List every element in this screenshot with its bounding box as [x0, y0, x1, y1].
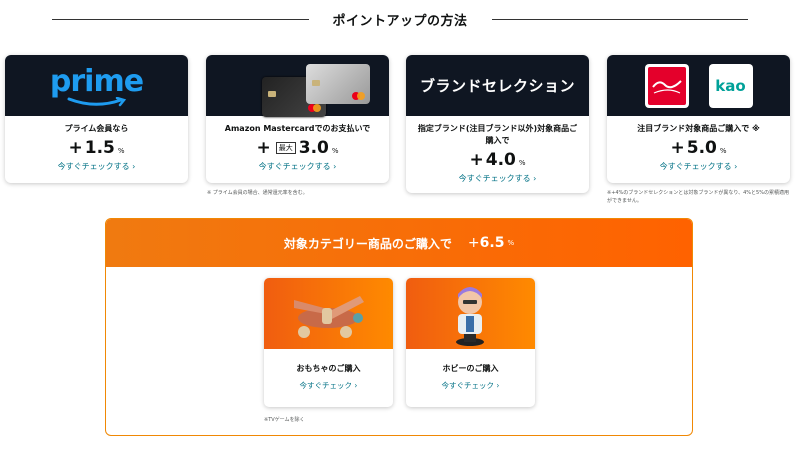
rate-plus: + [469, 150, 484, 170]
coca-cola-logo [644, 63, 689, 108]
footnote-card4: ※+4%のブランドセレクションとは対象ブランドが異なり、4%と5%の累積適用がで… [607, 190, 789, 204]
prime-banner: prime [5, 55, 188, 116]
card-rate: + 4.0 % [406, 150, 589, 170]
category-toys[interactable]: おもちゃのご購入 今すぐチェック › [264, 278, 393, 407]
card-label: 指定ブランド(注目ブランド以外)対象商品ご購入で [417, 124, 578, 145]
card-label: 注目ブランド対象商品ご購入で ※ [637, 124, 760, 133]
card-rate: + 5.0 % [607, 138, 790, 158]
category-hobby[interactable]: ホビーのご購入 今すぐチェック › [406, 278, 535, 407]
check-now-link[interactable]: 今すぐチェックする › [406, 173, 589, 184]
card-image-silver [306, 64, 370, 104]
featured-brands-banner: kao [607, 55, 790, 116]
divider-left [52, 18, 309, 20]
prime-logo: prime [49, 64, 144, 99]
divider-right [491, 18, 749, 20]
rate-percent: % [331, 147, 339, 155]
category-label: ホビーのご購入 [442, 364, 499, 373]
rate-percent: % [719, 147, 727, 155]
mastercard-icon-2 [312, 80, 365, 100]
kao-logo: kao [708, 63, 753, 108]
brand-selection-title: ブランドセレクション [419, 77, 575, 95]
check-now-link[interactable]: 今すぐチェックする › [607, 161, 790, 172]
rate-value: 3.0 [298, 138, 329, 158]
toy-airplane-icon [294, 296, 364, 338]
promo-plus: + [467, 235, 480, 251]
card-label: Amazon Mastercardでのお支払いで [224, 124, 371, 133]
toys-image [264, 278, 393, 349]
promo-percent: % [507, 239, 515, 247]
promo-header: 対象カテゴリー商品のご購入で + 6.5 % [106, 219, 692, 267]
rate-percent: % [518, 159, 526, 167]
card-label: プライム会員なら [64, 124, 129, 133]
category-label: おもちゃのご購入 [296, 364, 361, 373]
rate-plus: + [68, 138, 83, 158]
figure-icon [456, 287, 484, 346]
hobby-image [406, 278, 535, 349]
category-promo: 対象カテゴリー商品のご購入で + 6.5 % おもちゃのご購入 今すぐチェック … [105, 218, 693, 436]
check-now-link[interactable]: 今すぐチェック › [264, 380, 393, 391]
rate-value: 1.5 [84, 138, 115, 158]
rate-plus: + [670, 138, 685, 158]
mastercard-banner [206, 55, 389, 117]
card-mastercard[interactable]: Amazon Mastercardでのお支払いで + 最大 3.0 % 今すぐチ… [206, 55, 389, 183]
card-brand-selection[interactable]: ブランドセレクション 指定ブランド(注目ブランド以外)対象商品ご購入で + 4.… [406, 55, 589, 193]
card-rate: + 最大 3.0 % [206, 138, 389, 158]
rate-value: 4.0 [485, 150, 516, 170]
promo-rate: 6.5 [479, 235, 505, 251]
promo-title: 対象カテゴリー商品のご購入で [283, 236, 452, 251]
check-now-link[interactable]: 今すぐチェックする › [5, 161, 188, 172]
check-now-link[interactable]: 今すぐチェックする › [206, 161, 389, 172]
card-prime[interactable]: prime プライム会員なら + 1.5 % 今すぐチェックする › [5, 55, 188, 183]
check-now-link[interactable]: 今すぐチェック › [406, 380, 535, 391]
card-featured-brands[interactable]: kao 注目ブランド対象商品ご購入で ※ + 5.0 % 今すぐチェックする › [607, 55, 790, 183]
brand-selection-banner: ブランドセレクション [406, 55, 589, 116]
card-rate: + 1.5 % [5, 138, 188, 158]
rate-plus: + [256, 138, 271, 158]
max-badge: 最大 [275, 142, 296, 154]
footnote-promo: ※TVゲームを除く [264, 417, 305, 423]
rate-value: 5.0 [686, 138, 717, 158]
coca-cola-icon [647, 66, 686, 105]
prime-smile-icon [67, 97, 127, 107]
section-header: ポイントアップの方法 [52, 8, 749, 30]
footnote-card2: ※ プライム会員の場合、通常還元率を含む。 [207, 190, 308, 196]
kao-logo-text: kao [715, 76, 746, 95]
section-title: ポイントアップの方法 [332, 13, 468, 29]
rate-percent: % [117, 147, 125, 155]
